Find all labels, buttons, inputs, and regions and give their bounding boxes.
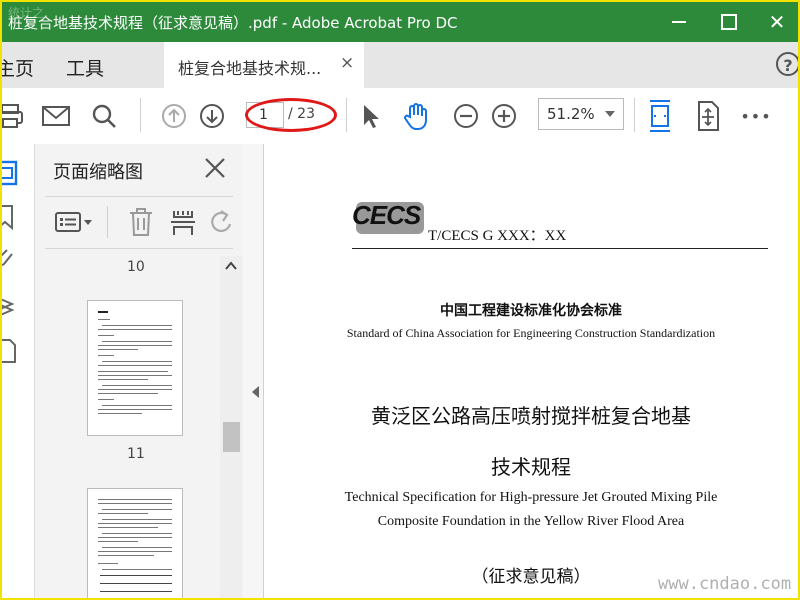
page-thumbnail[interactable] — [87, 488, 183, 598]
hand-tool-icon — [404, 103, 427, 130]
zoom-value: 51.2% — [547, 105, 595, 123]
document-title-en-line2: Composite Foundation in the Yellow River… — [377, 514, 685, 529]
scrollbar-thumb[interactable] — [223, 422, 240, 452]
document-title-cn-line2: 技术规程 — [491, 455, 571, 479]
search-icon — [92, 104, 116, 128]
close-icon[interactable] — [201, 154, 229, 182]
panel-toolbar-separator — [107, 206, 108, 238]
maximize-button[interactable] — [712, 8, 746, 36]
close-icon: ✕ — [768, 10, 786, 34]
previous-page-button[interactable] — [156, 98, 192, 134]
chevron-left-icon — [252, 386, 259, 398]
insert-page-button[interactable] — [165, 204, 201, 240]
chevron-down-icon — [605, 111, 615, 117]
toolbar-separator — [346, 98, 347, 132]
chevron-up-icon[interactable] — [225, 260, 237, 272]
rotate-view-icon — [698, 101, 719, 131]
insert-page-icon — [171, 211, 195, 235]
page-icon[interactable] — [2, 338, 26, 364]
trash-icon — [130, 208, 152, 236]
thumbnail-page-label: 10 — [127, 259, 145, 275]
next-page-button[interactable] — [194, 98, 230, 134]
app-window: 统计之 桩复合地基技术规程（征求意见稿）.pdf - Adobe Acrobat… — [0, 0, 800, 600]
select-cursor-icon — [364, 105, 379, 128]
minimize-button[interactable] — [662, 8, 696, 36]
tools-tab[interactable]: 工具 — [66, 54, 104, 81]
minimize-icon — [672, 21, 686, 23]
fit-page-icon — [650, 100, 670, 132]
toolbar-separator — [634, 98, 635, 132]
cecs-logo: CECS — [352, 196, 424, 238]
attachment-icon[interactable] — [2, 248, 26, 274]
close-tab-icon[interactable]: × — [340, 53, 354, 73]
help-icon[interactable]: ? — [776, 52, 798, 76]
toolbar-separator — [140, 98, 141, 132]
delete-pages-button[interactable] — [123, 204, 159, 240]
panel-divider — [45, 196, 233, 197]
previous-page-icon — [162, 104, 186, 128]
panel-title: 页面缩略图 — [53, 162, 143, 183]
zoom-select[interactable]: 51.2% — [538, 98, 624, 130]
logo-text: CECS — [352, 200, 421, 230]
page-thumbnail[interactable] — [87, 300, 183, 436]
navigation-rail — [2, 144, 35, 598]
highlight-annotation — [245, 98, 337, 132]
select-tool-button[interactable] — [352, 98, 388, 134]
more-tools-button[interactable]: ••• — [738, 98, 774, 134]
email-button[interactable] — [38, 98, 74, 134]
options-menu-icon — [55, 212, 92, 232]
document-view[interactable]: CECS T/CECS G XXX：XX 中国工程建设标准化协会标准 Stand… — [264, 144, 798, 598]
layers-icon[interactable] — [2, 292, 26, 318]
tab-bar: 主页 工具 桩复合地基技术规... × ? — [2, 42, 798, 88]
thumbnail-options-button[interactable] — [53, 204, 95, 240]
print-button[interactable] — [2, 98, 28, 134]
more-icon: ••• — [740, 106, 772, 126]
header-rule — [352, 248, 768, 249]
thumbnails-icon[interactable] — [2, 160, 26, 186]
standard-number: T/CECS G XXX：XX — [428, 228, 567, 244]
print-icon — [2, 104, 23, 128]
window-title: 桩复合地基技术规程（征求意见稿）.pdf - Adobe Acrobat Pro… — [8, 14, 458, 32]
email-icon — [42, 106, 70, 126]
panel-divider — [45, 248, 233, 249]
home-tab[interactable]: 主页 — [2, 54, 34, 81]
thumbnail-page-label: 11 — [127, 446, 145, 462]
maximize-icon — [721, 14, 737, 30]
hand-tool-button[interactable] — [398, 98, 434, 134]
zoom-out-icon — [454, 104, 478, 128]
zoom-in-icon — [492, 104, 516, 128]
rotate-icon — [211, 210, 232, 233]
document-title-en: Technical Specification for High-pressur… — [344, 490, 718, 505]
zoom-out-button[interactable] — [448, 98, 484, 134]
title-bar: 统计之 桩复合地基技术规程（征求意见稿）.pdf - Adobe Acrobat… — [2, 2, 798, 42]
search-button[interactable] — [86, 98, 122, 134]
document-tab[interactable]: 桩复合地基技术规... × — [164, 42, 364, 88]
fit-page-button[interactable] — [642, 98, 678, 134]
site-watermark: www.cndao.com — [658, 574, 792, 594]
association-name-en: Standard of China Association for Engine… — [346, 326, 716, 340]
main-toolbar: 1 / 23 51.2% ••• — [2, 88, 798, 145]
zoom-in-button[interactable] — [486, 98, 522, 134]
close-window-button[interactable]: ✕ — [760, 8, 794, 36]
page-thumbnails-panel: 页面缩略图 10 11 — [35, 144, 244, 598]
rotate-pages-button[interactable] — [203, 204, 239, 240]
document-tab-label: 桩复合地基技术规... — [178, 59, 322, 78]
panel-collapse-handle[interactable] — [243, 144, 264, 598]
rotate-view-button[interactable] — [690, 98, 726, 134]
bookmark-icon[interactable] — [2, 204, 26, 230]
document-title-cn: 黄泛区公路高压喷射搅拌桩复合地基 — [371, 404, 691, 428]
next-page-icon — [200, 104, 224, 128]
association-name-cn: 中国工程建设标准化协会标准 — [440, 303, 622, 319]
